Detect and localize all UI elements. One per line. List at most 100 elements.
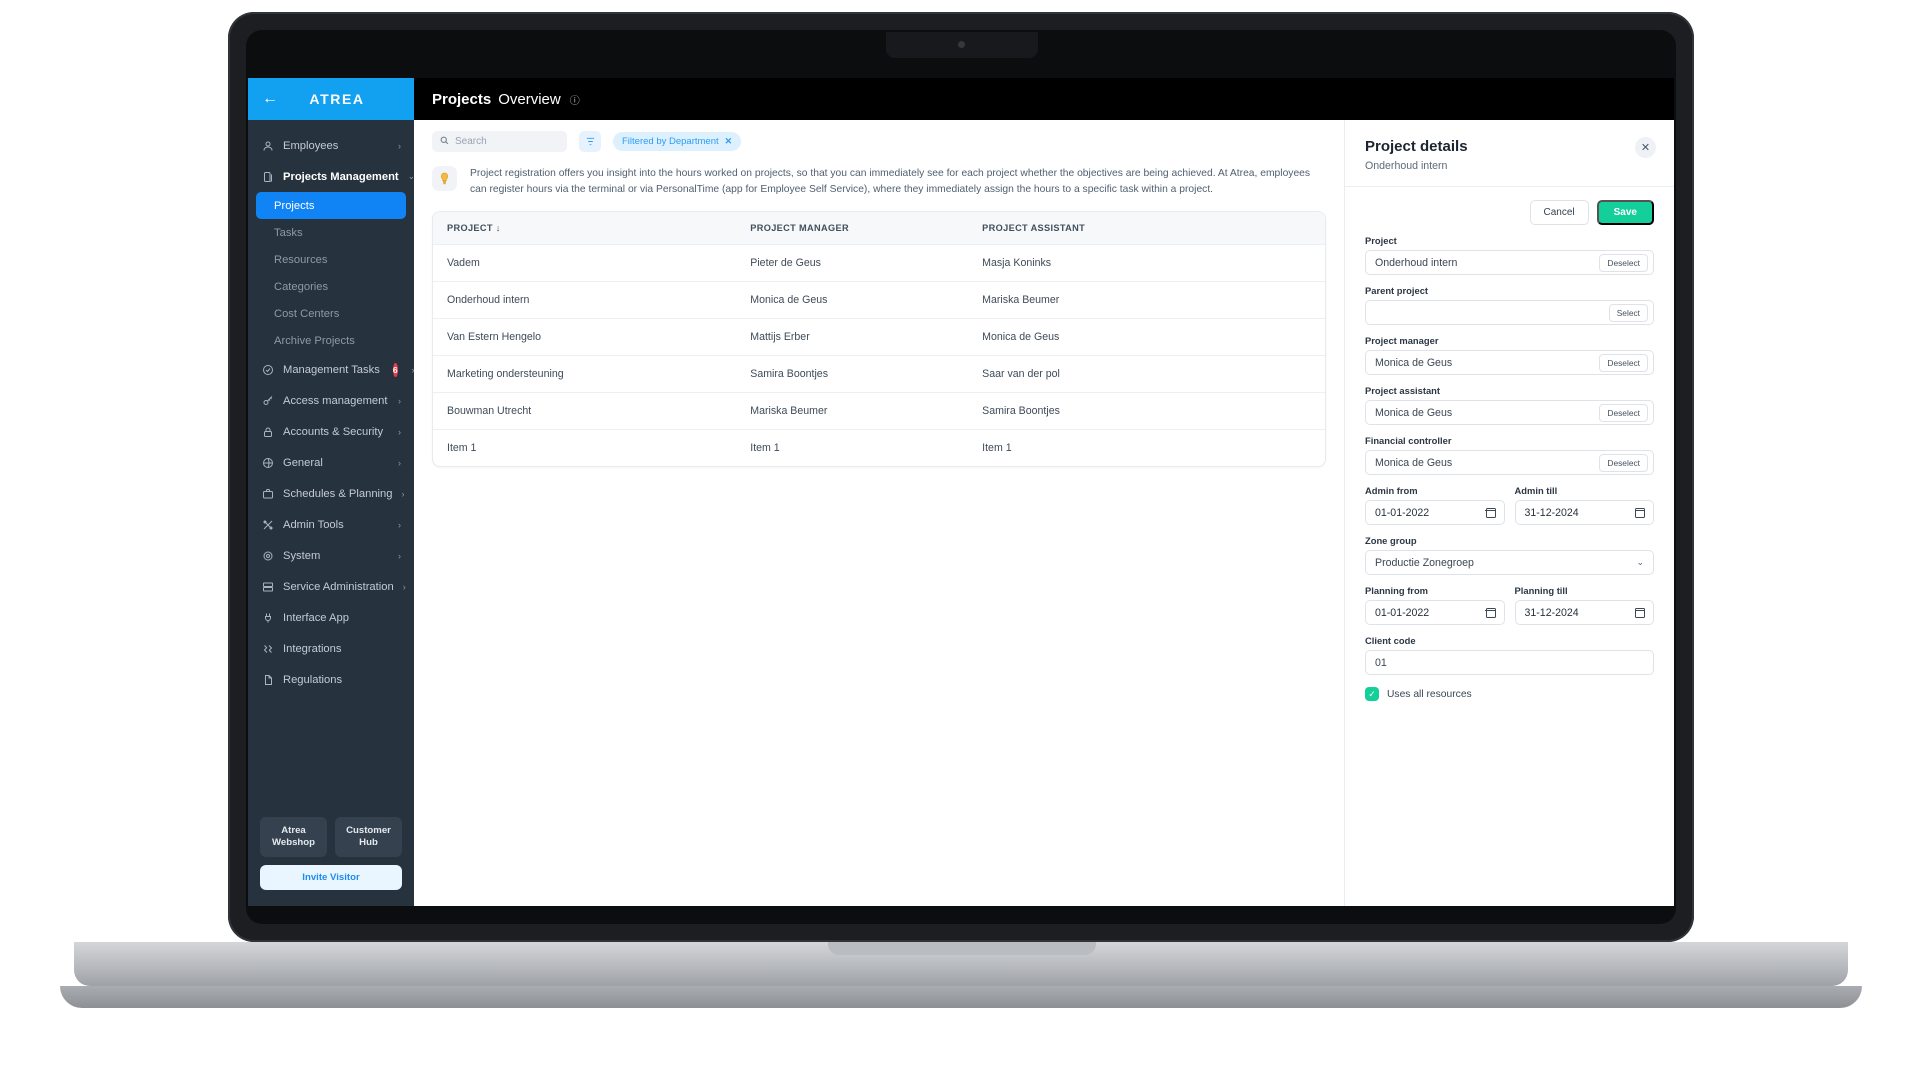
project-input[interactable]: Onderhoud intern Deselect xyxy=(1365,250,1654,275)
server-icon xyxy=(261,580,274,593)
search-field[interactable] xyxy=(432,131,567,152)
field-value: Monica de Geus xyxy=(1375,456,1453,469)
project-assistant-deselect-button[interactable]: Deselect xyxy=(1599,403,1648,422)
globe-icon xyxy=(261,456,274,469)
chevron-right-icon: › xyxy=(398,426,401,437)
field-label: Project assistant xyxy=(1365,385,1441,396)
project-manager-input[interactable]: Monica de Geus Deselect xyxy=(1365,350,1654,375)
sidebar-item-regulations[interactable]: Regulations xyxy=(248,664,414,695)
table-row[interactable]: Bouwman Utrecht Mariska Beumer Samira Bo… xyxy=(433,392,1325,430)
field-label: Admin from xyxy=(1365,485,1418,496)
column-header-project[interactable]: PROJECT ↓ xyxy=(433,212,737,245)
sidebar-item-access-management[interactable]: Access management › xyxy=(248,385,414,416)
tools-icon xyxy=(261,518,274,531)
sidebar-item-label: Management Tasks xyxy=(283,363,380,376)
sidebar-subitem-label: Categories xyxy=(274,280,329,293)
cell-project: Bouwman Utrecht xyxy=(433,392,737,430)
save-button[interactable]: Save xyxy=(1596,200,1654,225)
sidebar-item-management-tasks[interactable]: Management Tasks 6 › xyxy=(248,354,414,385)
sidebar-item-integrations[interactable]: Integrations xyxy=(248,633,414,664)
sidebar-subitem-label: Projects xyxy=(274,199,315,212)
status-badge: 6 xyxy=(392,362,398,377)
column-header-project-assistant[interactable]: PROJECT ASSISTANT xyxy=(968,212,1325,245)
sidebar-item-interface-app[interactable]: Interface App xyxy=(248,602,414,633)
sidebar-item-admin-tools[interactable]: Admin Tools › xyxy=(248,509,414,540)
chevron-right-icon: › xyxy=(398,550,401,561)
plug-icon xyxy=(261,611,274,624)
field-label: Parent project xyxy=(1365,285,1429,296)
atrea-webshop-button[interactable]: Atrea Webshop xyxy=(260,817,327,857)
column-header-project-manager[interactable]: PROJECT MANAGER xyxy=(736,212,969,245)
search-input[interactable] xyxy=(455,136,559,147)
calendar-icon[interactable] xyxy=(1634,607,1646,618)
document-icon xyxy=(261,673,274,686)
client-code-input[interactable]: 01 xyxy=(1365,650,1654,675)
parent-project-input[interactable]: Select xyxy=(1365,300,1654,325)
cell-project: Onderhoud intern xyxy=(433,281,737,319)
calendar-icon[interactable] xyxy=(1634,507,1646,518)
table-row[interactable]: Marketing ondersteuning Samira Boontjes … xyxy=(433,355,1325,393)
close-icon[interactable]: ✕ xyxy=(725,136,733,147)
project-assistant-input[interactable]: Monica de Geus Deselect xyxy=(1365,400,1654,425)
sidebar-item-archive-projects[interactable]: Archive Projects xyxy=(256,327,406,354)
sidebar-item-schedules-planning[interactable]: Schedules & Planning › xyxy=(248,478,414,509)
cell-project-assistant: Mariska Beumer xyxy=(968,281,1325,319)
projects-list-pane: Filtered by Department ✕ Project registr… xyxy=(414,120,1344,906)
financial-controller-input[interactable]: Monica de Geus Deselect xyxy=(1365,450,1654,475)
chevron-right-icon: › xyxy=(398,457,401,468)
calendar-icon[interactable] xyxy=(1485,507,1496,518)
cancel-button[interactable]: Cancel xyxy=(1529,200,1589,225)
filter-chip-department[interactable]: Filtered by Department ✕ xyxy=(613,132,742,151)
cell-project-manager: Mariska Beumer xyxy=(736,392,969,430)
admin-date-row: Admin from 01-01-2022 Admin till 31-12-2… xyxy=(1365,485,1654,535)
sidebar-brand-bar: ← ATREA xyxy=(248,78,414,120)
planning-from-date-input[interactable]: 01-01-2022 xyxy=(1365,600,1505,625)
sidebar-item-resources[interactable]: Resources xyxy=(256,246,406,273)
admin-till-date-input[interactable]: 31-12-2024 xyxy=(1514,500,1654,525)
filter-icon[interactable] xyxy=(579,131,601,152)
sidebar-subitem-label: Tasks xyxy=(274,226,303,239)
chevron-right-icon: › xyxy=(398,395,401,406)
sidebar-item-tasks[interactable]: Tasks xyxy=(256,219,406,246)
table-row[interactable]: Item 1 Item 1 Item 1 xyxy=(433,429,1325,467)
invite-visitor-button[interactable]: Invite Visitor xyxy=(260,865,402,890)
field-project-manager: Project manager Monica de Geus Deselect xyxy=(1365,335,1654,375)
field-uses-all-resources[interactable]: ✓ Uses all resources xyxy=(1365,687,1654,701)
sidebar-item-categories[interactable]: Categories xyxy=(256,273,406,300)
sidebar-item-cost-centers[interactable]: Cost Centers xyxy=(256,300,406,327)
help-circle-icon[interactable]: ⓘ xyxy=(570,92,580,107)
camera-dot xyxy=(958,41,965,48)
table-row[interactable]: Van Estern Hengelo Mattijs Erber Monica … xyxy=(433,318,1325,356)
sidebar-item-service-administration[interactable]: Service Administration › xyxy=(248,571,414,602)
customer-hub-button[interactable]: Customer Hub xyxy=(335,817,402,857)
close-icon[interactable]: ✕ xyxy=(1635,137,1656,158)
sidebar-item-accounts-security[interactable]: Accounts & Security › xyxy=(248,416,414,447)
table-row[interactable]: Onderhoud intern Monica de Geus Mariska … xyxy=(433,281,1325,319)
project-manager-deselect-button[interactable]: Deselect xyxy=(1599,353,1648,372)
info-banner: Project registration offers you insight … xyxy=(414,162,1344,211)
arrow-left-icon[interactable]: ← xyxy=(262,91,278,107)
field-zone-group: Zone group Productie Zonegroep ⌄ xyxy=(1365,535,1654,575)
cell-project-manager: Monica de Geus xyxy=(736,281,969,319)
cell-project-manager: Mattijs Erber xyxy=(736,318,969,356)
field-planning-from: Planning from 01-01-2022 xyxy=(1365,585,1505,625)
field-label: Zone group xyxy=(1365,535,1417,546)
table-row[interactable]: Vadem Pieter de Geus Masja Koninks xyxy=(433,244,1325,282)
checkbox-checked-icon[interactable]: ✓ xyxy=(1365,687,1379,701)
sidebar-item-projects-management[interactable]: Projects Management ⌄ xyxy=(248,161,414,192)
sidebar-item-projects[interactable]: Projects xyxy=(256,192,406,219)
sidebar-item-employees[interactable]: Employees › xyxy=(248,130,414,161)
field-planning-till: Planning till 31-12-2024 xyxy=(1514,585,1654,625)
sidebar-item-general[interactable]: General › xyxy=(248,447,414,478)
project-deselect-button[interactable]: Deselect xyxy=(1599,253,1648,272)
field-parent-project: Parent project Select xyxy=(1365,285,1654,325)
sidebar-item-system[interactable]: System › xyxy=(248,540,414,571)
parent-project-select-button[interactable]: Select xyxy=(1608,303,1648,322)
financial-controller-deselect-button[interactable]: Deselect xyxy=(1599,453,1648,472)
page-subtitle: Overview xyxy=(498,90,561,108)
cell-project-assistant: Samira Boontjes xyxy=(968,392,1325,430)
calendar-icon[interactable] xyxy=(1485,607,1496,618)
planning-till-date-input[interactable]: 31-12-2024 xyxy=(1514,600,1654,625)
admin-from-date-input[interactable]: 01-01-2022 xyxy=(1365,500,1505,525)
zone-group-select[interactable]: Productie Zonegroep ⌄ xyxy=(1365,550,1654,575)
